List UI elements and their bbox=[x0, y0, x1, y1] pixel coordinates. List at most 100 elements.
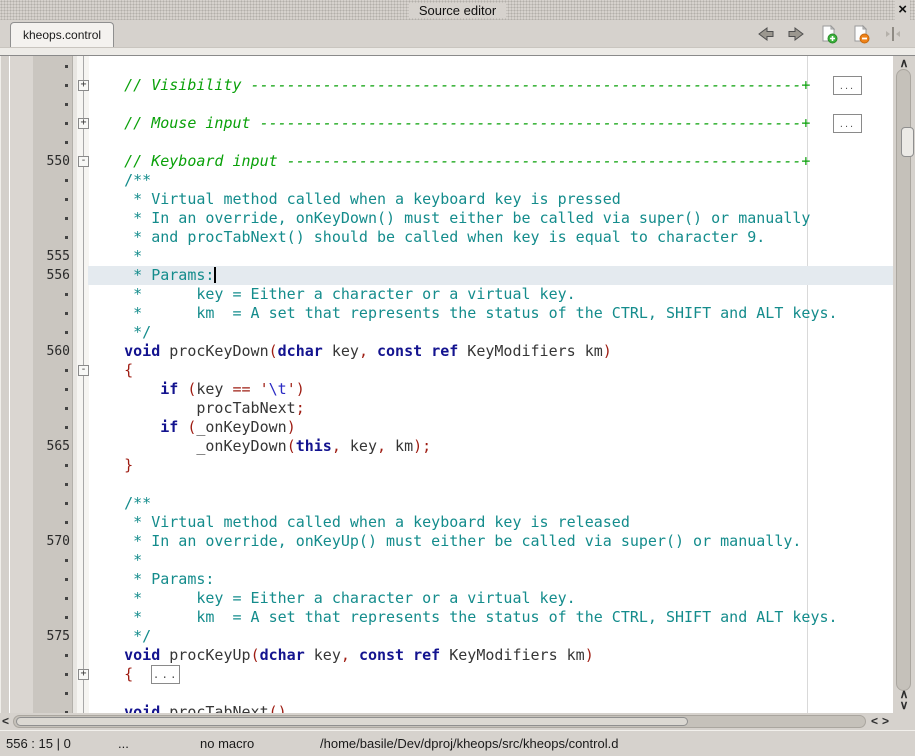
tab-label: kheops.control bbox=[23, 28, 101, 42]
line-number: 570 bbox=[28, 534, 70, 549]
vertical-scrollbar[interactable]: ∧ ∧ ∨ bbox=[893, 56, 915, 713]
code-line[interactable]: 556 * Params: bbox=[0, 266, 893, 285]
code-line[interactable]: procTabNext; bbox=[0, 399, 893, 418]
code-text: void procTabNext() bbox=[88, 703, 287, 713]
line-dot bbox=[65, 521, 68, 524]
code-line[interactable]: * bbox=[0, 551, 893, 570]
code-text: } bbox=[88, 456, 133, 475]
code-line[interactable]: * Virtual method called when a keyboard … bbox=[0, 190, 893, 209]
fold-expand-icon[interactable]: + bbox=[78, 118, 89, 129]
code-text: * key = Either a character or a virtual … bbox=[88, 285, 576, 304]
horizontal-scrollbar[interactable]: < < > bbox=[0, 713, 915, 730]
code-line[interactable] bbox=[0, 133, 893, 152]
fold-collapse-icon[interactable]: - bbox=[78, 365, 89, 376]
code-line[interactable]: */ bbox=[0, 323, 893, 342]
code-text: /** bbox=[88, 171, 151, 190]
scroll-right-icon[interactable]: > bbox=[882, 714, 889, 728]
folded-ellipsis[interactable]: ... bbox=[833, 114, 862, 133]
code-line[interactable]: 570 * In an override, onKeyUp() must eit… bbox=[0, 532, 893, 551]
line-dot bbox=[65, 198, 68, 201]
code-line[interactable] bbox=[0, 57, 893, 76]
code-line[interactable]: * key = Either a character or a virtual … bbox=[0, 589, 893, 608]
code-text: * In an override, onKeyUp() must either … bbox=[88, 532, 801, 551]
close-window-icon[interactable]: × bbox=[895, 0, 910, 20]
scroll-down-icon[interactable]: ∨ bbox=[893, 700, 915, 711]
line-dot bbox=[65, 559, 68, 562]
arrow-right-icon bbox=[786, 25, 808, 43]
line-dot bbox=[65, 502, 68, 505]
code-text: * and procTabNext() should be called whe… bbox=[88, 228, 765, 247]
code-line[interactable]: * km = A set that represents the status … bbox=[0, 608, 893, 627]
code-line[interactable]: 555 * bbox=[0, 247, 893, 266]
code-line[interactable]: void procTabNext() bbox=[0, 703, 893, 713]
scroll-up-icon[interactable]: ∧ bbox=[893, 58, 915, 69]
code-line[interactable]: + {... bbox=[0, 665, 893, 684]
code-line[interactable]: 575 */ bbox=[0, 627, 893, 646]
code-area[interactable]: + // Visibility ------------------------… bbox=[0, 57, 893, 713]
code-line[interactable]: * km = A set that represents the status … bbox=[0, 304, 893, 323]
navigate-forward-button[interactable] bbox=[785, 23, 809, 45]
status-dots: ... bbox=[118, 736, 129, 751]
code-line[interactable] bbox=[0, 475, 893, 494]
code-line[interactable]: void procKeyUp(dchar key, const ref KeyM… bbox=[0, 646, 893, 665]
code-line[interactable] bbox=[0, 684, 893, 703]
detach-editor-button[interactable] bbox=[881, 23, 905, 45]
line-number: 556 bbox=[28, 268, 70, 283]
code-line[interactable]: } bbox=[0, 456, 893, 475]
tab-kheops-control[interactable]: kheops.control bbox=[10, 22, 114, 47]
line-dot bbox=[65, 369, 68, 372]
code-line[interactable]: * key = Either a character or a virtual … bbox=[0, 285, 893, 304]
window-title: Source editor bbox=[409, 3, 506, 18]
folded-ellipsis[interactable]: ... bbox=[833, 76, 862, 95]
navigate-back-button[interactable] bbox=[753, 23, 777, 45]
code-line[interactable]: + // Mouse input -----------------------… bbox=[0, 114, 893, 133]
scroll-left-icon[interactable]: < bbox=[2, 714, 9, 728]
code-text: procTabNext; bbox=[88, 399, 305, 418]
code-line[interactable]: * In an override, onKeyDown() must eithe… bbox=[0, 209, 893, 228]
code-line[interactable]: /** bbox=[0, 494, 893, 513]
code-line[interactable]: 550- // Keyboard input -----------------… bbox=[0, 152, 893, 171]
code-line[interactable] bbox=[0, 95, 893, 114]
line-dot bbox=[65, 673, 68, 676]
text-caret bbox=[214, 267, 216, 283]
splitter-icon bbox=[885, 25, 901, 43]
horizontal-scroll-track[interactable] bbox=[13, 715, 866, 728]
code-text: if (_onKeyDown) bbox=[88, 418, 296, 437]
close-document-button[interactable] bbox=[849, 23, 873, 45]
code-line[interactable]: if (key == '\t') bbox=[0, 380, 893, 399]
code-line[interactable]: 560 void procKeyDown(dchar key, const re… bbox=[0, 342, 893, 361]
fold-expand-icon[interactable]: + bbox=[78, 80, 89, 91]
file-path: /home/basile/Dev/dproj/kheops/src/kheops… bbox=[320, 736, 618, 751]
source-editor[interactable]: + // Visibility ------------------------… bbox=[0, 55, 915, 713]
folded-ellipsis[interactable]: ... bbox=[151, 665, 180, 684]
code-line[interactable]: * and procTabNext() should be called whe… bbox=[0, 228, 893, 247]
fold-expand-icon[interactable]: + bbox=[78, 669, 89, 680]
code-line[interactable]: /** bbox=[0, 171, 893, 190]
line-dot bbox=[65, 578, 68, 581]
code-line[interactable]: - { bbox=[0, 361, 893, 380]
vertical-scroll-thumb[interactable] bbox=[901, 127, 914, 157]
code-text: if (key == '\t') bbox=[88, 380, 305, 399]
horizontal-scroll-thumb[interactable] bbox=[16, 717, 688, 726]
fold-collapse-icon[interactable]: - bbox=[78, 156, 89, 167]
new-document-button[interactable] bbox=[817, 23, 841, 45]
code-line[interactable]: if (_onKeyDown) bbox=[0, 418, 893, 437]
line-dot bbox=[65, 122, 68, 125]
line-dot bbox=[65, 331, 68, 334]
line-dot bbox=[65, 407, 68, 410]
document-add-icon bbox=[819, 24, 839, 44]
scroll-left2-icon[interactable]: < bbox=[871, 714, 878, 728]
vertical-scroll-track[interactable] bbox=[896, 69, 911, 691]
code-line[interactable]: * Virtual method called when a keyboard … bbox=[0, 513, 893, 532]
window-titlebar[interactable]: Source editor × bbox=[0, 0, 915, 20]
code-line[interactable]: + // Visibility ------------------------… bbox=[0, 76, 893, 95]
code-text: // Visibility --------------------------… bbox=[88, 76, 810, 95]
status-bar: 556 : 15 | 0 ... no macro /home/basile/D… bbox=[0, 730, 915, 756]
code-line[interactable]: 565 _onKeyDown(this, key, km); bbox=[0, 437, 893, 456]
line-dot bbox=[65, 312, 68, 315]
line-number: 555 bbox=[28, 249, 70, 264]
line-dot bbox=[65, 464, 68, 467]
code-text: void procKeyDown(dchar key, const ref Ke… bbox=[88, 342, 612, 361]
line-number: 550 bbox=[28, 154, 70, 169]
code-line[interactable]: * Params: bbox=[0, 570, 893, 589]
